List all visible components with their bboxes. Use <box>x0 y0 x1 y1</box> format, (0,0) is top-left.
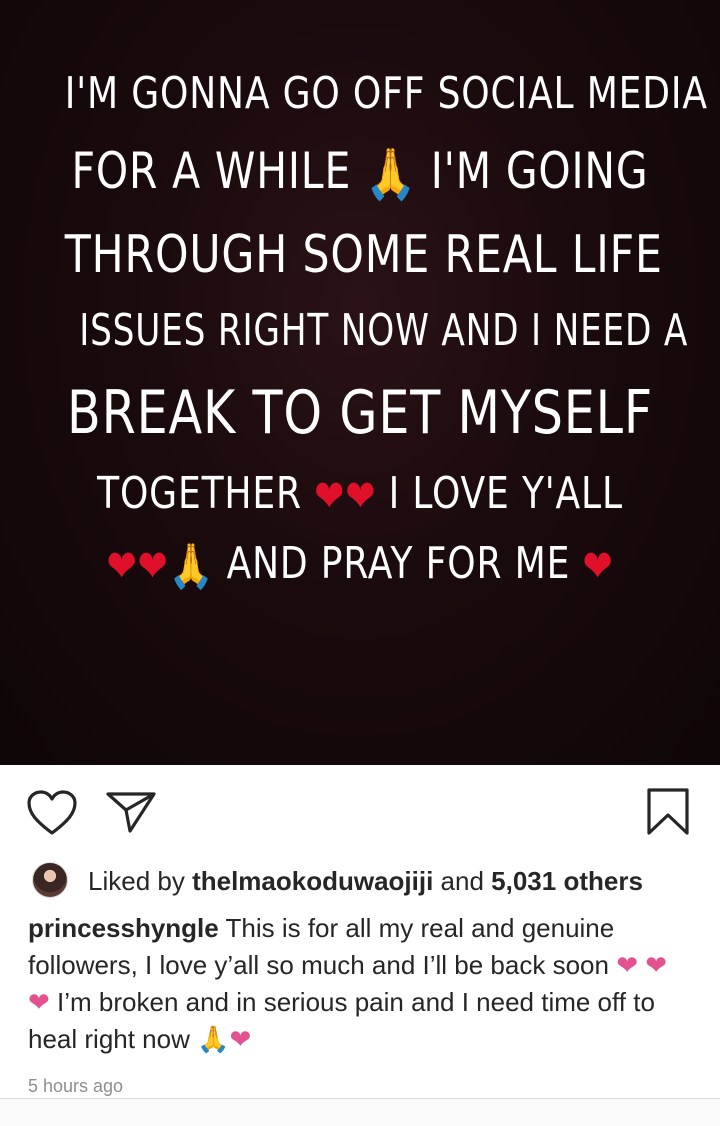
post-image[interactable]: I'M GONNA GO OFF SOCIAL MEDIA FOR A WHIL… <box>0 0 720 765</box>
caption-username[interactable]: princesshyngle <box>28 913 219 943</box>
story-line-1: I'M GONNA GO OFF SOCIAL MEDIA <box>64 68 708 119</box>
heart-outline-icon[interactable] <box>26 789 78 837</box>
story-line-2: FOR A WHILE 🙏 I'M GOING <box>65 142 655 204</box>
red-hearts-emoji: ❤❤ <box>106 540 169 592</box>
praying-hands-emoji: 🙏 <box>365 145 417 203</box>
praying-hands-emoji: 🙏 <box>168 541 215 592</box>
liker-username[interactable]: thelmaokoduwaojiji <box>192 866 433 896</box>
story-line-7: ❤❤🙏 AND PRAY FOR ME ❤ <box>65 538 655 592</box>
avatar[interactable] <box>32 862 68 898</box>
story-line-6: TOGETHER ❤❤ I LOVE Y'ALL <box>65 468 655 522</box>
story-line-4: ISSUES RIGHT NOW AND I NEED A <box>79 305 689 356</box>
story-text: I'M GOING <box>416 142 649 200</box>
likes-count[interactable]: 5,031 others <box>491 866 643 896</box>
pink-heart-emoji: ❤ <box>229 1024 252 1054</box>
praying-hands-emoji: 🙏 <box>197 1024 230 1054</box>
liked-by-prefix: Liked by <box>88 866 193 896</box>
story-text: AND PRAY FOR ME <box>214 538 583 589</box>
liked-by-and: and <box>433 866 492 896</box>
story-line-3: THROUGH SOME REAL LIFE <box>64 225 663 285</box>
red-hearts-emoji: ❤❤ <box>314 470 377 522</box>
post-actions <box>0 765 720 855</box>
bottom-nav-bar <box>0 1098 720 1126</box>
paper-plane-icon[interactable] <box>104 789 158 835</box>
post-caption: princesshyngle This is for all my real a… <box>28 910 678 1058</box>
story-text: FOR A WHILE <box>71 142 366 200</box>
likes-row[interactable]: Liked by thelmaokoduwaojiji and 5,031 ot… <box>30 860 690 900</box>
caption-text: I’m broken and in serious pain and I nee… <box>28 987 655 1054</box>
story-text: I LOVE Y'ALL <box>376 468 623 519</box>
story-line-5: BREAK TO GET MYSELF <box>66 378 654 448</box>
story-text: TOGETHER <box>97 468 315 519</box>
bookmark-icon[interactable] <box>646 787 690 837</box>
liked-by-text[interactable]: Liked by thelmaokoduwaojiji and 5,031 ot… <box>88 866 643 897</box>
red-heart-emoji: ❤ <box>582 540 614 592</box>
post-timestamp: 5 hours ago <box>28 1076 124 1096</box>
